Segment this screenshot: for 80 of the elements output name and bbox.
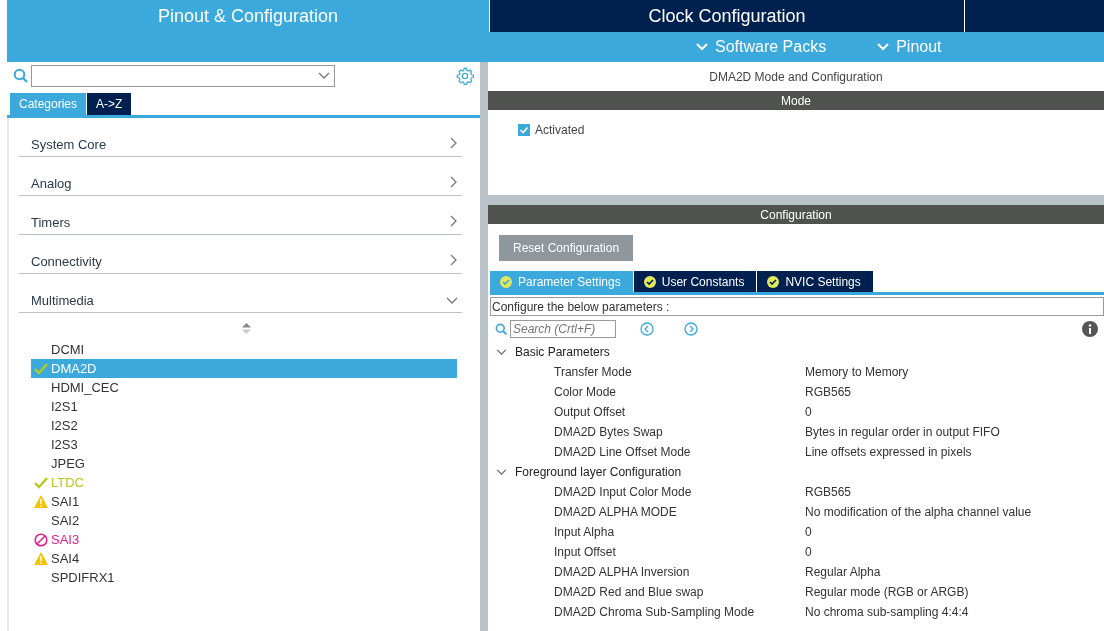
- parameter-value[interactable]: 0: [805, 525, 812, 539]
- chevron-right-icon: [450, 215, 458, 227]
- parameter-name: DMA2D Chroma Sub-Sampling Mode: [553, 605, 756, 619]
- hint-text: Configure the below parameters :: [490, 297, 1104, 316]
- category-tab[interactable]: A->Z: [87, 93, 132, 115]
- parameter-name: DMA2D Bytes Swap: [553, 425, 664, 439]
- peripheral-item[interactable]: I2S3: [31, 435, 457, 454]
- tree-group[interactable]: Basic Parameters: [490, 342, 1104, 362]
- parameter-name: DMA2D Input Color Mode: [553, 485, 693, 499]
- category-item[interactable]: System Core: [19, 118, 462, 157]
- info-icon[interactable]: [1082, 321, 1098, 337]
- peripheral-item[interactable]: SAI1: [31, 492, 457, 511]
- category-item[interactable]: Connectivity: [19, 235, 462, 274]
- forbidden-icon: [34, 532, 48, 547]
- section-header: Mode: [488, 91, 1104, 110]
- chevron-right-icon: [450, 176, 458, 188]
- checkbox[interactable]: [518, 124, 530, 136]
- panel-title: DMA2D Mode and Configuration: [708, 68, 884, 86]
- parameter-value[interactable]: Line offsets expressed in pixels: [805, 445, 972, 459]
- search-icon: [13, 68, 29, 84]
- chevron-down-icon: [446, 297, 458, 305]
- peripheral-item[interactable]: HDMI_CEC: [31, 378, 457, 397]
- parameter-value[interactable]: RGB565: [805, 385, 852, 399]
- parameter-value[interactable]: Regular mode (RGB or ARGB): [805, 585, 969, 599]
- parameter-value[interactable]: 0: [805, 405, 812, 419]
- parameter-value[interactable]: Bytes in regular order in output FIFO: [805, 425, 1000, 439]
- peripheral-item[interactable]: SAI3: [31, 530, 457, 549]
- chevron-down-icon: [876, 42, 891, 52]
- checkbox-label: Activated: [535, 123, 585, 137]
- parameter-name: DMA2D ALPHA MODE: [553, 505, 678, 519]
- parameter-name: Transfer Mode: [553, 365, 633, 379]
- chevron-right-icon: [450, 137, 458, 149]
- next-icon[interactable]: [684, 322, 698, 336]
- peripheral-item[interactable]: JPEG: [31, 454, 457, 473]
- peripheral-item[interactable]: I2S2: [31, 416, 457, 435]
- search-combo-box[interactable]: [31, 65, 335, 87]
- chevron-down-icon: [318, 72, 330, 80]
- parameter-name: DMA2D Line Offset Mode: [553, 445, 692, 459]
- sort-icon[interactable]: [242, 323, 251, 334]
- peripheral-item[interactable]: SAI2: [31, 511, 457, 530]
- category-item[interactable]: Multimedia: [19, 274, 462, 313]
- parameter-name: DMA2D ALPHA Inversion: [553, 565, 691, 579]
- search-icon: [495, 322, 508, 336]
- settings-tab[interactable]: User Constants: [633, 271, 757, 292]
- peripheral-item[interactable]: I2S1: [31, 397, 457, 416]
- parameter-name: Input Offset: [553, 545, 617, 559]
- peripheral-item[interactable]: SAI4: [31, 549, 457, 568]
- chevron-down-icon: [695, 42, 709, 52]
- warning-icon: [34, 552, 48, 565]
- parameter-value[interactable]: No chroma sub-sampling 4:4:4: [805, 605, 969, 619]
- settings-icon[interactable]: [456, 67, 474, 85]
- peripheral-item[interactable]: DCMI: [31, 340, 457, 359]
- parameter-value[interactable]: No modification of the alpha channel value: [805, 505, 1032, 519]
- tree-group[interactable]: Foreground layer Configuration: [490, 462, 1104, 482]
- activated-checkbox[interactable]: Activated: [518, 123, 1104, 137]
- check-icon: [34, 362, 48, 375]
- check-circle-icon: [767, 275, 780, 288]
- chevron-right-icon: [450, 254, 458, 266]
- settings-tab[interactable]: NVIC Settings: [757, 271, 873, 292]
- previous-icon[interactable]: [640, 322, 654, 336]
- peripheral-item[interactable]: SPDIFRX1: [31, 568, 457, 587]
- top-tab[interactable]: Clock Configuration: [489, 0, 964, 32]
- check-icon: [34, 476, 48, 489]
- parameter-name: Output Offset: [553, 405, 627, 419]
- search-field[interactable]: Search (Crtl+F): [510, 320, 616, 338]
- category-item[interactable]: Timers: [19, 196, 462, 235]
- parameter-name: Color Mode: [553, 385, 618, 399]
- parameter-value[interactable]: 0: [805, 545, 812, 559]
- check-circle-icon: [643, 275, 656, 288]
- chevron-down-icon: [496, 348, 507, 356]
- check-circle-icon: [500, 275, 512, 288]
- parameter-name: DMA2D Red and Blue swap: [553, 585, 705, 599]
- chevron-down-icon: [496, 468, 507, 476]
- parameter-name: Input Alpha: [553, 525, 616, 539]
- section-header: Configuration: [488, 205, 1104, 224]
- parameter-value[interactable]: RGB565: [805, 485, 852, 499]
- parameter-value[interactable]: Memory to Memory: [805, 365, 909, 379]
- parameter-value[interactable]: Regular Alpha: [805, 565, 881, 579]
- warning-icon: [34, 495, 48, 508]
- category-item[interactable]: Analog: [19, 157, 462, 196]
